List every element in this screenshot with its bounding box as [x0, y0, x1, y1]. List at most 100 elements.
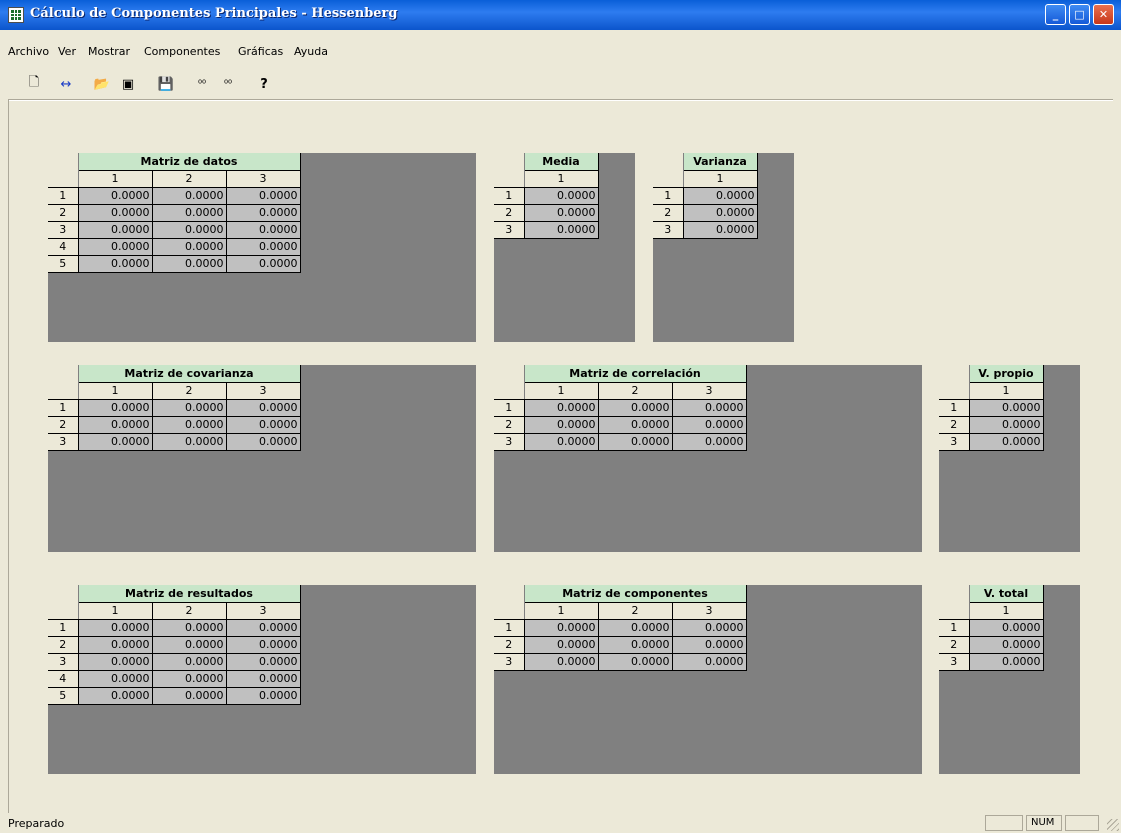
row-header[interactable]: 3	[48, 433, 79, 451]
grid-cell[interactable]: 0.0000	[598, 619, 673, 637]
row-header[interactable]: 1	[48, 399, 79, 417]
grid-cell[interactable]: 0.0000	[672, 416, 747, 434]
grid-varianza[interactable]: Varianza 1 1 0.0000 2 0.0000 3 0.0000	[653, 153, 758, 239]
grid-cell[interactable]: 0.0000	[683, 221, 758, 239]
grid-cell[interactable]: 0.0000	[524, 221, 599, 239]
menu-componentes[interactable]: Componentes	[144, 45, 220, 58]
column-header[interactable]: 3	[226, 170, 301, 188]
row-header[interactable]: 2	[494, 636, 525, 654]
grid-cell[interactable]: 0.0000	[524, 619, 599, 637]
grid-cell[interactable]: 0.0000	[969, 619, 1044, 637]
grid-cell[interactable]: 0.0000	[598, 399, 673, 417]
grid-cell[interactable]: 0.0000	[152, 204, 227, 222]
grid-cell[interactable]: 0.0000	[78, 653, 153, 671]
row-header[interactable]: 4	[48, 670, 79, 688]
grid-cell[interactable]: 0.0000	[78, 636, 153, 654]
row-header[interactable]: 1	[494, 399, 525, 417]
row-header[interactable]: 4	[48, 238, 79, 256]
grid-cell[interactable]: 0.0000	[598, 416, 673, 434]
grid-cell[interactable]: 0.0000	[152, 670, 227, 688]
row-header[interactable]: 2	[939, 416, 970, 434]
grid-cell[interactable]: 0.0000	[78, 221, 153, 239]
grid-cell[interactable]: 0.0000	[524, 187, 599, 205]
grid-cell[interactable]: 0.0000	[524, 433, 599, 451]
row-header[interactable]: 1	[939, 619, 970, 637]
grid-datos[interactable]: Matriz de datos 1 2 3 1 0.0000 0.0000 0.0000 2 0.…	[48, 153, 301, 273]
grid-cell[interactable]: 0.0000	[152, 187, 227, 205]
grid-cell[interactable]: 0.0000	[969, 433, 1044, 451]
grid-media[interactable]: Media 1 1 0.0000 2 0.0000 3 0.0000	[494, 153, 599, 239]
row-header[interactable]: 2	[48, 204, 79, 222]
grid-cell[interactable]: 0.0000	[152, 238, 227, 256]
grid-cell[interactable]: 0.0000	[152, 653, 227, 671]
column-header[interactable]: 1	[524, 382, 599, 400]
grid-cell[interactable]: 0.0000	[672, 433, 747, 451]
column-header[interactable]: 2	[598, 382, 673, 400]
panel-v-total[interactable]: V. total 1 1 0.0000 2 0.0000 3 0.0000	[939, 585, 1080, 774]
row-header[interactable]: 2	[48, 416, 79, 434]
row-header[interactable]: 5	[48, 687, 79, 705]
grid-cell[interactable]: 0.0000	[672, 636, 747, 654]
row-header[interactable]: 3	[48, 221, 79, 239]
grid-cell[interactable]: 0.0000	[226, 221, 301, 239]
open-folder-icon[interactable]: 📂	[92, 74, 112, 94]
column-header[interactable]: 1	[969, 602, 1044, 620]
grid-cell[interactable]: 0.0000	[226, 433, 301, 451]
grid-cell[interactable]: 0.0000	[226, 636, 301, 654]
row-header[interactable]: 2	[494, 204, 525, 222]
grid-cell[interactable]: 0.0000	[152, 433, 227, 451]
column-header[interactable]: 3	[672, 602, 747, 620]
panel-media[interactable]: Media 1 1 0.0000 2 0.0000 3 0.0000	[494, 153, 635, 342]
column-header[interactable]: 2	[152, 602, 227, 620]
column-header[interactable]: 3	[672, 382, 747, 400]
grid-cell[interactable]: 0.0000	[78, 399, 153, 417]
grid-cell[interactable]: 0.0000	[598, 636, 673, 654]
grid-correlacion[interactable]: Matriz de correlación 1 2 3 1 0.0000 0.0000 0.0…	[494, 365, 747, 451]
grid-cell[interactable]: 0.0000	[683, 204, 758, 222]
grid-covarianza[interactable]: Matriz de covarianza 1 2 3 1 0.0000 0.0000 0.00…	[48, 365, 301, 451]
grid-cell[interactable]: 0.0000	[226, 687, 301, 705]
grid-cell[interactable]: 0.0000	[226, 204, 301, 222]
row-header[interactable]: 3	[494, 221, 525, 239]
panel-matriz-resultados[interactable]: Matriz de resultados 1 2 3 1 0.0000 0.0000 0.00…	[48, 585, 476, 774]
column-header[interactable]: 3	[226, 382, 301, 400]
grid-cell[interactable]: 0.0000	[969, 636, 1044, 654]
resize-grip-icon[interactable]	[1107, 819, 1119, 831]
close-button[interactable]: ✕	[1093, 4, 1114, 25]
grid-cell[interactable]: 0.0000	[78, 187, 153, 205]
column-header[interactable]: 1	[78, 170, 153, 188]
grid-cell[interactable]: 0.0000	[672, 653, 747, 671]
panel-matriz-correlacion[interactable]: Matriz de correlación 1 2 3 1 0.0000 0.0000 0.0…	[494, 365, 922, 552]
column-header[interactable]: 1	[78, 382, 153, 400]
row-header[interactable]: 3	[494, 433, 525, 451]
grid-cell[interactable]: 0.0000	[152, 416, 227, 434]
grid-cell[interactable]: 0.0000	[598, 653, 673, 671]
new-document-icon[interactable]: 🗋	[24, 74, 44, 94]
grid-cell[interactable]: 0.0000	[524, 416, 599, 434]
panel-v-propio[interactable]: V. propio 1 1 0.0000 2 0.0000 3 0.0000	[939, 365, 1080, 552]
panel-matriz-covarianza[interactable]: Matriz de covarianza 1 2 3 1 0.0000 0.0000 0.00…	[48, 365, 476, 552]
maximize-button[interactable]: □	[1069, 4, 1090, 25]
grid-cell[interactable]: 0.0000	[524, 636, 599, 654]
row-header[interactable]: 3	[653, 221, 684, 239]
grid-cell[interactable]: 0.0000	[226, 238, 301, 256]
row-header[interactable]: 2	[653, 204, 684, 222]
row-header[interactable]: 3	[939, 653, 970, 671]
row-header[interactable]: 1	[494, 187, 525, 205]
minimize-button[interactable]: _	[1045, 4, 1066, 25]
grid-cell[interactable]: 0.0000	[78, 433, 153, 451]
column-header[interactable]: 1	[78, 602, 153, 620]
grid-cell[interactable]: 0.0000	[969, 653, 1044, 671]
column-header[interactable]: 1	[969, 382, 1044, 400]
grid-cell[interactable]: 0.0000	[672, 399, 747, 417]
help-icon[interactable]: ?	[254, 74, 274, 94]
panel-matriz-componentes[interactable]: Matriz de componentes 1 2 3 1 0.0000 0.0000 0.0…	[494, 585, 922, 774]
grid-vtotal[interactable]: V. total 1 1 0.0000 2 0.0000 3 0.0000	[939, 585, 1044, 671]
grid-cell[interactable]: 0.0000	[152, 687, 227, 705]
grid-cell[interactable]: 0.0000	[78, 619, 153, 637]
panel-varianza[interactable]: Varianza 1 1 0.0000 2 0.0000 3 0.0000	[653, 153, 794, 342]
column-header[interactable]: 2	[598, 602, 673, 620]
resize-icon[interactable]: ↔	[56, 74, 76, 94]
grid-cell[interactable]: 0.0000	[226, 416, 301, 434]
save-icon[interactable]: 💾	[156, 74, 176, 94]
